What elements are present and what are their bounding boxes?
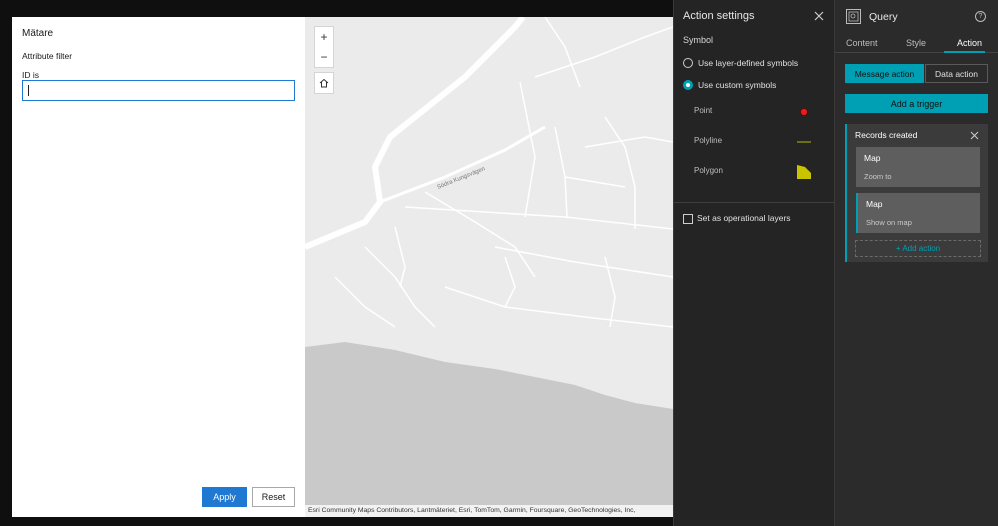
close-icon[interactable] [813,10,825,22]
reset-button[interactable]: Reset [252,487,295,507]
polyline-symbol-swatch[interactable] [797,139,811,145]
basemap: Södra Kungsvägen [305,17,673,517]
zoom-in-button[interactable]: + [315,27,333,47]
radio-layer-defined-label: Use layer-defined symbols [698,58,799,68]
polygon-symbol-swatch[interactable] [797,165,811,179]
data-action-button[interactable]: Data action [925,64,988,83]
tab-action[interactable]: Action [957,38,982,48]
action-target: Map [866,199,883,209]
app-root: Mätare Attribute filter ID is Apply Rese… [0,0,998,526]
action-target: Map [864,153,881,163]
trigger-title: Records created [855,130,918,140]
query-title: Query [869,11,898,23]
polyline-label: Polyline [694,136,723,145]
close-icon[interactable] [970,131,979,140]
polygon-label: Polygon [694,166,723,175]
action-settings-title: Action settings [683,10,755,22]
help-icon[interactable]: ? [975,11,986,22]
widget-title: Mätare [22,28,54,39]
query-icon [846,9,861,24]
radio-layer-defined[interactable] [683,58,693,68]
symbol-heading: Symbol [683,35,714,45]
radio-custom-symbols-label: Use custom symbols [698,80,777,90]
query-widget: Mätare Attribute filter ID is Apply Rese… [12,17,305,517]
radio-custom-symbols[interactable] [683,80,693,90]
active-tab-indicator [944,51,985,53]
operational-layers-checkbox[interactable] [683,214,693,224]
settings-tabs: Content Style Action [835,33,998,53]
map-attribution: Esri Community Maps Contributors, Lantmä… [305,505,673,517]
id-input[interactable] [22,80,295,101]
query-settings-panel: Query ? Content Style Action Message act… [834,0,998,526]
zoom-controls: + − [314,26,334,68]
action-name: Zoom to [864,172,892,181]
action-settings-panel: Action settings Symbol Use layer-defined… [673,0,834,526]
point-label: Point [694,106,713,115]
apply-button[interactable]: Apply [202,487,247,507]
home-icon [319,78,329,88]
map-view[interactable]: Södra Kungsvägen + − Esri Community Maps… [305,17,673,517]
action-item[interactable]: Map Show on map [856,193,980,233]
zoom-out-button[interactable]: − [315,47,333,67]
tab-style[interactable]: Style [906,38,926,48]
attribute-filter-label: Attribute filter [22,51,73,61]
action-item[interactable]: Map Zoom to [856,147,980,187]
action-name: Show on map [866,218,912,227]
home-control [314,72,334,94]
operational-layers-label: Set as operational layers [697,213,791,223]
point-symbol-swatch[interactable] [799,107,809,117]
home-button[interactable] [315,73,333,93]
add-trigger-button[interactable]: Add a trigger [845,94,988,113]
add-action-button[interactable]: + Add action [855,240,981,257]
message-action-button[interactable]: Message action [845,64,924,83]
trigger-card: Records created Map Zoom to Map Show on … [845,124,988,262]
divider [674,202,834,203]
text-cursor [28,85,29,96]
id-field-label: ID is [22,70,39,80]
tab-content[interactable]: Content [846,38,878,48]
